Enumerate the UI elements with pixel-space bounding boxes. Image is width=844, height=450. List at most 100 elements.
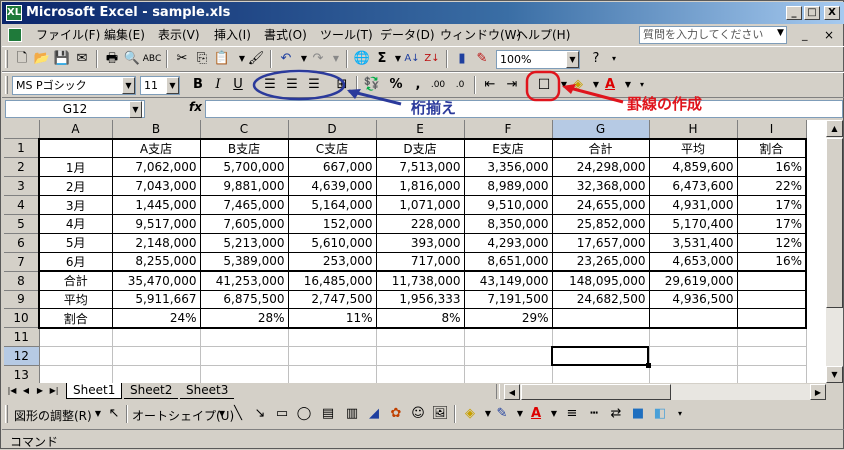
cell[interactable]: 5,911,667 [112,290,201,310]
column-header[interactable]: D [288,120,377,140]
row-header[interactable]: 12 [4,346,40,367]
sort-ascending-icon[interactable]: A↓ [402,49,422,69]
redo-icon[interactable]: ↷ [308,49,328,69]
scroll-right-icon[interactable]: ▶ [810,384,826,400]
copy-icon[interactable]: ⎘ [192,49,212,69]
cell[interactable] [552,365,650,383]
column-header[interactable]: G [552,120,650,140]
cell[interactable]: 7,465,000 [200,195,289,215]
paste-icon[interactable]: 📋 [212,49,232,69]
cell[interactable] [200,346,289,367]
comma-style-button[interactable]: , [408,75,428,95]
cell[interactable] [737,308,807,329]
cell[interactable]: 5,700,000 [200,157,289,178]
currency-icon[interactable]: 💱 [362,75,382,95]
cell[interactable]: 割合 [737,137,807,159]
cell[interactable] [649,327,738,348]
cell[interactable] [112,346,201,367]
cell[interactable]: 4月 [38,214,113,234]
cell[interactable]: 9,517,000 [112,214,201,234]
prev-sheet-icon[interactable]: ◀ [20,384,32,398]
cell[interactable]: 4,653,000 [649,252,738,273]
horizontal-scroll-thumb[interactable] [521,384,671,400]
cell[interactable]: 平均 [649,137,738,159]
cell[interactable]: 7,191,500 [464,290,553,310]
cell[interactable]: 1,071,000 [376,195,465,215]
menu-edit[interactable]: 編集(E) [104,27,145,43]
cell[interactable]: 41,253,000 [200,271,289,291]
row-header[interactable]: 6 [4,233,40,253]
cell[interactable]: 1,445,000 [112,195,201,215]
cell[interactable] [39,365,113,383]
menu-view[interactable]: 表示(V) [158,27,200,43]
cell[interactable]: 1,956,333 [376,290,465,310]
cell[interactable]: 22% [737,176,807,197]
3d-style-icon[interactable]: ◧ [650,404,670,424]
cell[interactable] [649,365,738,383]
align-center-icon[interactable]: ☰ [282,75,302,95]
menu-file[interactable]: ファイル(F) [36,27,100,43]
cell[interactable]: 4,931,000 [649,195,738,215]
sort-descending-icon[interactable]: Z↓ [422,49,442,69]
select-objects-icon[interactable]: ↖ [104,404,124,424]
cell[interactable]: 4,859,600 [649,157,738,178]
row-header[interactable]: 1 [4,138,40,159]
cell[interactable]: 3月 [38,195,113,215]
maximize-button[interactable]: □ [804,6,820,20]
bold-button[interactable]: B [188,75,208,95]
cell[interactable]: 8,651,000 [464,252,553,273]
cell[interactable] [552,308,650,329]
cell[interactable]: 8,989,000 [464,176,553,197]
cell[interactable]: 4,936,500 [649,290,738,310]
column-header[interactable]: C [200,120,289,140]
menu-window[interactable]: ウィンドウ(W) [440,27,521,43]
last-sheet-icon[interactable]: ▶| [48,384,60,398]
cell[interactable]: E支店 [464,137,553,159]
cell[interactable]: 8,350,000 [464,214,553,234]
increase-decimal-icon[interactable]: .00 [428,75,448,95]
increase-indent-icon[interactable]: ⇥ [502,75,522,95]
chart-wizard-icon[interactable]: ▮ [452,49,472,69]
cell[interactable]: 253,000 [288,252,377,273]
font-name-select[interactable]: MS Pゴシック [12,76,136,95]
cell[interactable]: 393,000 [376,233,465,253]
cell[interactable]: 2,148,000 [112,233,201,253]
doc-minimize-button[interactable]: _ [802,28,808,41]
shadow-style-icon[interactable]: ■ [628,404,648,424]
line-style-icon[interactable]: ≡ [562,404,582,424]
next-sheet-icon[interactable]: ▶ [34,384,46,398]
open-folder-icon[interactable]: 📂 [32,49,52,69]
row-header[interactable]: 11 [4,327,40,348]
cell[interactable]: 25,852,000 [552,214,650,234]
cell[interactable]: 29% [464,308,553,329]
cell[interactable]: 11% [288,308,377,329]
sheet-tab-sheet2[interactable]: Sheet2 [124,383,179,399]
toolbar-grip[interactable] [5,76,8,94]
column-header[interactable]: F [464,120,553,140]
cell[interactable] [464,327,553,348]
cell[interactable] [112,327,201,348]
arrow-style-icon[interactable]: ⇄ [606,404,626,424]
format-painter-icon[interactable]: 🖌 [246,49,266,69]
cell[interactable] [39,346,113,367]
vertical-textbox-icon[interactable]: ▥ [342,404,362,424]
arrow-icon[interactable]: ↘ [250,404,270,424]
column-header[interactable]: B [112,120,201,140]
cell[interactable]: 1,816,000 [376,176,465,197]
draw-font-color-icon[interactable]: A [526,404,546,424]
cell[interactable]: D支店 [376,137,465,159]
decrease-indent-icon[interactable]: ⇤ [480,75,500,95]
merge-center-icon[interactable]: ⊞ [332,75,352,95]
cell[interactable] [649,308,738,329]
picture-icon[interactable]: 🖼 [430,404,450,424]
font-name-dropdown-icon[interactable]: ▼ [122,77,135,94]
cell[interactable] [288,365,377,383]
row-header[interactable]: 2 [4,157,40,178]
draw-fill-color-icon[interactable]: ◈ [460,404,480,424]
cell[interactable]: 12% [737,233,807,253]
redo-dropdown-icon[interactable]: ▼ [326,49,346,69]
cell[interactable]: 4,293,000 [464,233,553,253]
cell[interactable]: 合計 [38,271,113,291]
formula-input[interactable] [205,100,843,118]
cell[interactable] [38,137,113,159]
